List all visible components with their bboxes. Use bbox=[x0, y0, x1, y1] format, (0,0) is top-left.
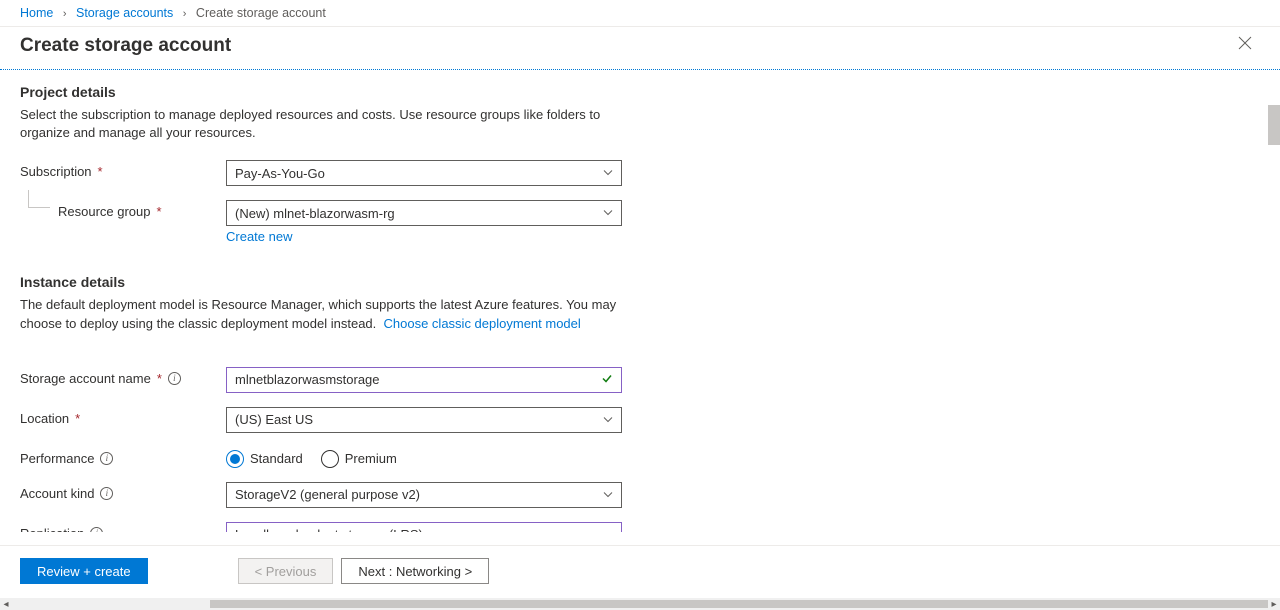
breadcrumb-storage-accounts[interactable]: Storage accounts bbox=[76, 6, 173, 20]
resource-group-label: Resource group* bbox=[20, 200, 226, 219]
close-button[interactable] bbox=[1230, 32, 1260, 59]
location-dropdown[interactable]: (US) East US bbox=[226, 407, 622, 433]
form-body: Project details Select the subscription … bbox=[0, 70, 1280, 532]
resource-group-dropdown[interactable]: (New) mlnet-blazorwasm-rg bbox=[226, 200, 622, 226]
performance-label: Performance i bbox=[20, 447, 226, 466]
classic-deployment-link[interactable]: Choose classic deployment model bbox=[384, 316, 581, 331]
footer: Review + create < Previous Next : Networ… bbox=[0, 545, 1280, 596]
next-button[interactable]: Next : Networking > bbox=[341, 558, 489, 584]
breadcrumb-home[interactable]: Home bbox=[20, 6, 53, 20]
subscription-label: Subscription* bbox=[20, 160, 226, 179]
previous-button: < Previous bbox=[238, 558, 334, 584]
info-icon[interactable]: i bbox=[100, 487, 113, 500]
chevron-down-icon bbox=[603, 527, 613, 532]
info-icon[interactable]: i bbox=[90, 527, 103, 532]
breadcrumb-current: Create storage account bbox=[196, 6, 326, 20]
scroll-left-icon[interactable]: ◂ bbox=[0, 598, 12, 610]
storage-account-name-label: Storage account name* i bbox=[20, 367, 226, 386]
create-new-link[interactable]: Create new bbox=[226, 229, 292, 244]
performance-premium-radio[interactable]: Premium bbox=[321, 450, 397, 468]
info-icon[interactable]: i bbox=[168, 372, 181, 385]
chevron-down-icon bbox=[603, 487, 613, 502]
scroll-right-icon[interactable]: ▸ bbox=[1268, 598, 1280, 610]
replication-label: Replication i bbox=[20, 522, 226, 532]
project-details-heading: Project details bbox=[20, 84, 1260, 100]
check-icon bbox=[601, 372, 613, 387]
chevron-down-icon bbox=[603, 206, 613, 221]
chevron-right-icon: › bbox=[183, 8, 187, 20]
vertical-scrollbar[interactable] bbox=[1268, 105, 1280, 145]
review-create-button[interactable]: Review + create bbox=[20, 558, 148, 584]
chevron-down-icon bbox=[603, 166, 613, 181]
subscription-dropdown[interactable]: Pay-As-You-Go bbox=[226, 160, 622, 186]
account-kind-label: Account kind i bbox=[20, 482, 226, 501]
account-kind-dropdown[interactable]: StorageV2 (general purpose v2) bbox=[226, 482, 622, 508]
project-details-description: Select the subscription to manage deploy… bbox=[20, 106, 640, 142]
scrollbar-thumb[interactable] bbox=[210, 600, 1268, 608]
replication-dropdown[interactable]: Locally-redundant storage (LRS) bbox=[226, 522, 622, 532]
info-icon[interactable]: i bbox=[100, 452, 113, 465]
close-icon bbox=[1238, 36, 1252, 50]
breadcrumb: Home › Storage accounts › Create storage… bbox=[0, 0, 1280, 27]
instance-details-description: The default deployment model is Resource… bbox=[20, 296, 640, 332]
performance-standard-radio[interactable]: Standard bbox=[226, 450, 303, 468]
location-label: Location* bbox=[20, 407, 226, 426]
chevron-down-icon bbox=[603, 412, 613, 427]
chevron-right-icon: › bbox=[63, 8, 67, 20]
storage-account-name-input[interactable]: mlnetblazorwasmstorage bbox=[226, 367, 622, 393]
page-title: Create storage account bbox=[20, 35, 231, 57]
instance-details-heading: Instance details bbox=[20, 274, 1260, 290]
indent-connector-icon bbox=[28, 190, 50, 208]
horizontal-scrollbar[interactable]: ◂ ▸ bbox=[0, 598, 1280, 610]
